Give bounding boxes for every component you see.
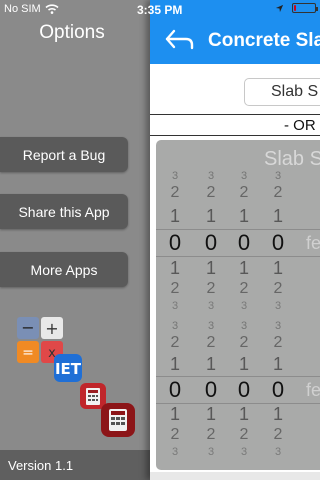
svg-text:+: +	[45, 319, 58, 338]
wheel-bottom-col3-below3: 3	[240, 446, 248, 458]
wheel-bottom-col2-row2: 2	[206, 334, 216, 351]
battery-level-fill	[294, 5, 296, 11]
nav-title: Concrete Slab	[208, 30, 320, 51]
more-apps-button[interactable]: More Apps	[0, 252, 128, 287]
wheel-bottom-col4-row1: 3	[274, 320, 282, 332]
wheel-bottom-col1-row3: 1	[169, 354, 180, 374]
wheel-bottom-col1-row2: 2	[170, 334, 180, 351]
wheel-bottom-col4-row2: 2	[273, 334, 283, 351]
wheel-top-col1-row1: 3	[171, 170, 179, 182]
or-label: - OR	[284, 117, 316, 134]
status-left: No SIM	[4, 3, 59, 15]
svg-text:−: −	[21, 318, 34, 337]
wheel-bottom-col1-row1: 3	[171, 320, 179, 332]
wheel-bottom-col2-below2: 2	[206, 426, 216, 443]
wheel-top-col3-row1: 3	[240, 170, 248, 182]
wheel-bottom-digit-4[interactable]: 0	[267, 377, 289, 403]
wheel-bottom-col3-below1: 1	[238, 404, 249, 424]
wheel-bottom-col1-below2: 2	[170, 426, 180, 443]
battery-icon	[292, 3, 318, 13]
wifi-icon	[45, 4, 59, 14]
wheel-bottom-digit-2[interactable]: 0	[200, 377, 222, 403]
svg-text:IET: IET	[55, 360, 82, 378]
wheel-bottom-digit-1[interactable]: 0	[164, 377, 186, 403]
slab-size-segment[interactable]: Slab S	[244, 78, 320, 106]
wheel-bottom-col3-row1: 3	[240, 320, 248, 332]
wheel-bottom-digit-3[interactable]: 0	[233, 377, 255, 403]
report-bug-button[interactable]: Report a Bug	[0, 137, 128, 172]
wheel-bottom-unit: fe	[306, 380, 320, 400]
wheel-bottom-col4-below3: 3	[274, 446, 282, 458]
menu-title: Options	[39, 22, 105, 43]
wheel-top-col2-row2: 2	[206, 184, 216, 201]
back-arrow-icon[interactable]	[164, 28, 194, 52]
wheel-top-digit-2[interactable]: 0	[200, 230, 222, 256]
wheel-top-col4-row2: 2	[273, 184, 283, 201]
wheel-top-col2-below2: 2	[206, 280, 216, 297]
carrier-label: No SIM	[4, 3, 41, 15]
wheel-top-col4-below3: 3	[274, 300, 282, 312]
wheel-top-col4-below1: 1	[272, 258, 283, 278]
wheel-top-col2-below1: 1	[205, 258, 216, 278]
wheel-bottom-col4-below2: 2	[273, 426, 283, 443]
wheel-top-col4-below2: 2	[273, 280, 283, 297]
wheel-top-col3-below1: 1	[238, 258, 249, 278]
wheel-top-col3-below3: 3	[240, 300, 248, 312]
wheel-top-col4-row1: 3	[274, 170, 282, 182]
location-arrow-icon	[275, 4, 284, 12]
wheel-top-digit-1[interactable]: 0	[164, 230, 186, 256]
options-menu: Options Report a Bug Share this App More…	[0, 0, 152, 480]
wheel-bottom-col2-row3: 1	[205, 354, 216, 374]
wheel-top-unit: fe	[306, 233, 320, 253]
status-bar: No SIM 3:35 PM	[0, 0, 320, 20]
status-right	[275, 3, 318, 13]
wheel-top-col3-row2: 2	[239, 184, 249, 201]
wheel-top-col1-row3: 1	[169, 206, 180, 226]
wheel-top-col2-row3: 1	[205, 206, 216, 226]
wheel-top-selection-bottom	[156, 256, 320, 257]
svg-text:=: =	[22, 345, 34, 361]
wheel-bottom-col2-row1: 3	[207, 320, 215, 332]
wheel-top-col2-below3: 3	[207, 300, 215, 312]
wheel-bottom-col2-below3: 3	[207, 446, 215, 458]
wheel-top-col3-row3: 1	[238, 206, 249, 226]
wheel-top-col4-row3: 1	[272, 206, 283, 226]
app-logo-icon: − + = x IET	[17, 317, 135, 437]
wheel-bottom-col4-row3: 1	[272, 354, 283, 374]
bottom-bar	[150, 472, 320, 480]
wheel-bottom-col1-below3: 3	[171, 446, 179, 458]
share-app-button[interactable]: Share this App	[0, 194, 128, 229]
wheel-bottom-col4-below1: 1	[272, 404, 283, 424]
picker-title: Slab S	[264, 148, 320, 170]
wheel-bottom-col2-below1: 1	[205, 404, 216, 424]
wheel-top-col1-below1: 1	[169, 258, 180, 278]
wheel-top-digit-3[interactable]: 0	[233, 230, 255, 256]
version-label: Version 1.1	[8, 458, 74, 473]
wheel-top-digit-4[interactable]: 0	[267, 230, 289, 256]
wheel-top-col1-row2: 2	[170, 184, 180, 201]
wheel-bottom-col3-row3: 1	[238, 354, 249, 374]
battery-tip	[316, 7, 318, 11]
wheel-top-col2-row1: 3	[207, 170, 215, 182]
status-time: 3:35 PM	[137, 3, 183, 17]
wheel-top-col3-below2: 2	[239, 280, 249, 297]
wheel-top-col1-below3: 3	[171, 300, 179, 312]
main-panel: Concrete Slab Slab S - OR Slab S 3 2 1 3…	[150, 0, 320, 480]
wheel-bottom-col3-below2: 2	[239, 426, 249, 443]
wheel-bottom-col3-row2: 2	[239, 334, 249, 351]
wheel-bottom-col1-below1: 1	[169, 404, 180, 424]
wheel-top-col1-below2: 2	[170, 280, 180, 297]
